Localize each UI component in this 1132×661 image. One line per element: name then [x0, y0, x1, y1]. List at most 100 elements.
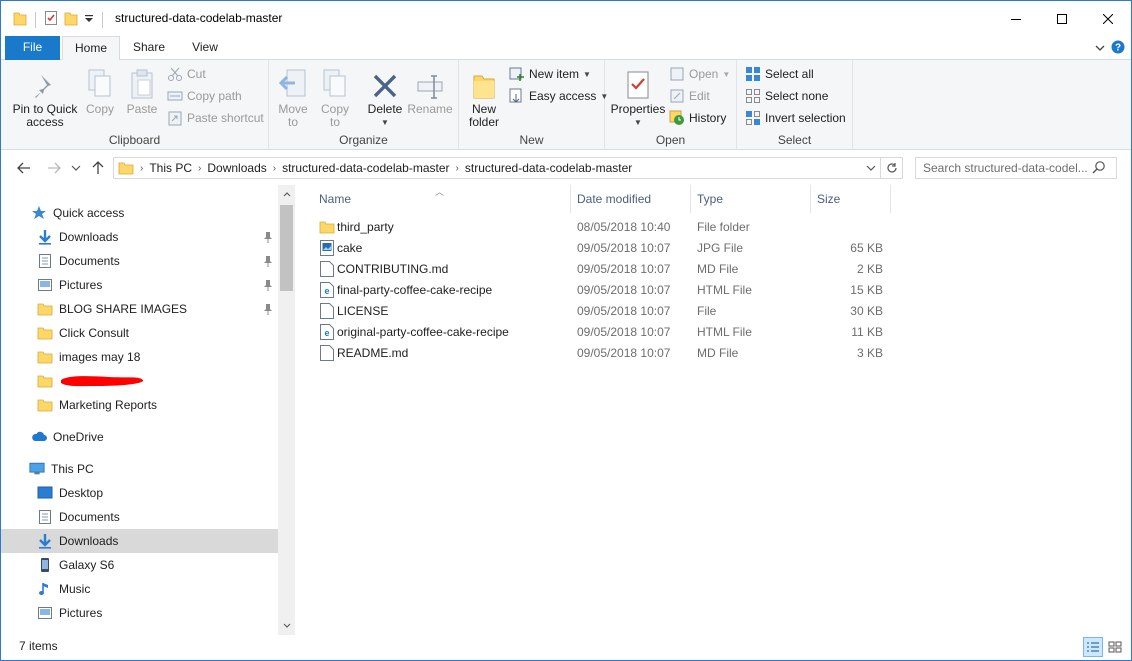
delete-button[interactable]: Delete ▼	[365, 66, 405, 129]
history-button[interactable]: History	[669, 108, 726, 128]
nav-quick-blog-share-images[interactable]: BLOG SHARE IMAGES	[1, 297, 278, 321]
table-row[interactable]: README.md 09/05/2018 10:07 MD File 3 KB	[313, 343, 893, 364]
file-type: File folder	[697, 220, 750, 234]
move-to-button[interactable]: Move to	[275, 66, 311, 129]
properties-check-icon[interactable]	[44, 10, 58, 29]
search-input[interactable]	[916, 160, 1092, 176]
tab-home[interactable]: Home	[62, 36, 120, 61]
pin-icon[interactable]	[263, 255, 273, 270]
nav-quick-documents[interactable]: Documents	[1, 249, 278, 273]
easy-access-button[interactable]: Easy access ▼	[509, 86, 608, 106]
scrollbar-thumb[interactable]	[280, 205, 293, 291]
nav-quick-downloads[interactable]: Downloads	[1, 225, 278, 249]
customize-dropdown-icon[interactable]	[84, 13, 94, 27]
select-all-button[interactable]: Select all	[745, 64, 814, 84]
nav-pane-scrollbar[interactable]	[278, 185, 295, 635]
pin-icon[interactable]	[263, 279, 273, 294]
address-bar[interactable]: › This PC › Downloads › structured-data-…	[113, 157, 881, 179]
document-icon	[319, 261, 335, 277]
breadcrumb-this-pc[interactable]: This PC	[145, 161, 196, 175]
column-header-name[interactable]: Name	[313, 185, 571, 213]
tab-view[interactable]: View	[177, 36, 233, 60]
properties-button[interactable]: Properties ▼	[609, 66, 667, 129]
refresh-button[interactable]	[881, 157, 903, 179]
column-header-size[interactable]: Size	[811, 185, 891, 213]
tab-file[interactable]: File	[5, 36, 60, 60]
nav-onedrive[interactable]: OneDrive	[1, 425, 278, 449]
copy-button[interactable]: Copy	[83, 66, 117, 116]
table-row[interactable]: LICENSE 09/05/2018 10:07 File 30 KB	[313, 301, 893, 322]
copy-path-button[interactable]: Copy path	[167, 86, 242, 106]
table-row[interactable]: cake 09/05/2018 10:07 JPG File 65 KB	[313, 238, 893, 259]
nav-quick-click-consult[interactable]: Click Consult	[1, 321, 278, 345]
pin-to-quick-access-button[interactable]: Pin to Quick access	[9, 66, 81, 129]
file-type: HTML File	[697, 283, 752, 297]
rename-button[interactable]: Rename	[407, 66, 453, 116]
nav-pc-music[interactable]: Music	[1, 577, 278, 601]
search-icon[interactable]	[1092, 160, 1106, 177]
select-none-button[interactable]: Select none	[745, 86, 828, 106]
edit-button[interactable]: Edit	[669, 86, 710, 106]
nav-this-pc[interactable]: This PC	[1, 457, 278, 481]
forward-button[interactable]	[45, 159, 63, 177]
nav-pc-pictures[interactable]: Pictures	[1, 601, 278, 625]
computer-icon	[29, 461, 45, 477]
paste-shortcut-button[interactable]: Paste shortcut	[167, 108, 264, 128]
recent-locations-button[interactable]	[67, 159, 85, 177]
file-type: JPG File	[697, 241, 744, 255]
minimize-button[interactable]	[993, 1, 1039, 36]
nav-pc-downloads[interactable]: Downloads	[1, 529, 278, 553]
table-row[interactable]: CONTRIBUTING.md 09/05/2018 10:07 MD File…	[313, 259, 893, 280]
nav-pc-galaxy-s6[interactable]: Galaxy S6	[1, 553, 278, 577]
table-row[interactable]: third_party 08/05/2018 10:40 File folder	[313, 217, 893, 238]
new-item-button[interactable]: New item ▼	[509, 64, 591, 84]
column-header-date-modified[interactable]: Date modified	[571, 185, 691, 213]
copy-to-button[interactable]: Copy to	[317, 66, 353, 129]
edge-html-icon: e	[319, 282, 335, 298]
nav-pc-desktop[interactable]: Desktop	[1, 481, 278, 505]
maximize-button[interactable]	[1039, 1, 1085, 36]
pin-icon[interactable]	[263, 303, 273, 318]
nav-quick-pictures[interactable]: Pictures	[1, 273, 278, 297]
table-row[interactable]: e original-party-coffee-cake-recipe 09/0…	[313, 322, 893, 343]
tab-share[interactable]: Share	[121, 36, 177, 60]
file-size: 2 KB	[856, 262, 883, 276]
nav-quick-marketing-reports[interactable]: Marketing Reports	[1, 393, 278, 417]
breadcrumb-downloads[interactable]: Downloads	[203, 161, 270, 175]
nav-label: Music	[59, 582, 91, 596]
move-to-label: Move to	[278, 102, 308, 129]
large-icons-view-button[interactable]	[1105, 637, 1125, 657]
breadcrumb-separator[interactable]: ›	[271, 163, 278, 174]
breadcrumb-separator[interactable]: ›	[454, 163, 461, 174]
folder-icon	[37, 301, 53, 317]
address-dropdown-button[interactable]	[862, 158, 880, 178]
table-row[interactable]: e final-party-coffee-cake-recipe 09/05/2…	[313, 280, 893, 301]
back-button[interactable]	[15, 159, 33, 177]
copy-to-icon	[323, 69, 346, 97]
up-button[interactable]	[89, 159, 107, 177]
details-view-button[interactable]	[1083, 637, 1103, 657]
chevron-down-icon[interactable]	[1095, 42, 1105, 56]
close-button[interactable]	[1085, 1, 1131, 36]
file-date: 09/05/2018 10:07	[577, 346, 671, 360]
folder-icon	[319, 219, 335, 235]
invert-selection-button[interactable]: Invert selection	[745, 108, 846, 128]
breadcrumb-parent-folder[interactable]: structured-data-codelab-master	[278, 161, 453, 175]
help-icon[interactable]: ?	[1111, 40, 1125, 57]
breadcrumb-current-folder[interactable]: structured-data-codelab-master	[461, 161, 636, 175]
breadcrumb-separator[interactable]: ›	[138, 163, 145, 174]
open-button[interactable]: Open ▼	[669, 64, 730, 84]
nav-quick-access[interactable]: Quick access	[1, 201, 278, 225]
scroll-down-button[interactable]	[278, 617, 295, 634]
chevron-down-icon	[866, 165, 876, 171]
nav-quick-images-may-18[interactable]: images may 18	[1, 345, 278, 369]
nav-pc-documents[interactable]: Documents	[1, 505, 278, 529]
breadcrumb-separator[interactable]: ›	[196, 163, 203, 174]
paste-button[interactable]: Paste	[123, 66, 161, 116]
scroll-up-button[interactable]	[278, 185, 295, 202]
new-folder-icon[interactable]	[64, 10, 78, 29]
pin-icon[interactable]	[263, 231, 273, 246]
cut-button[interactable]: Cut	[167, 64, 206, 84]
column-header-type[interactable]: Type	[691, 185, 811, 213]
new-folder-button[interactable]: New folder	[465, 66, 503, 129]
